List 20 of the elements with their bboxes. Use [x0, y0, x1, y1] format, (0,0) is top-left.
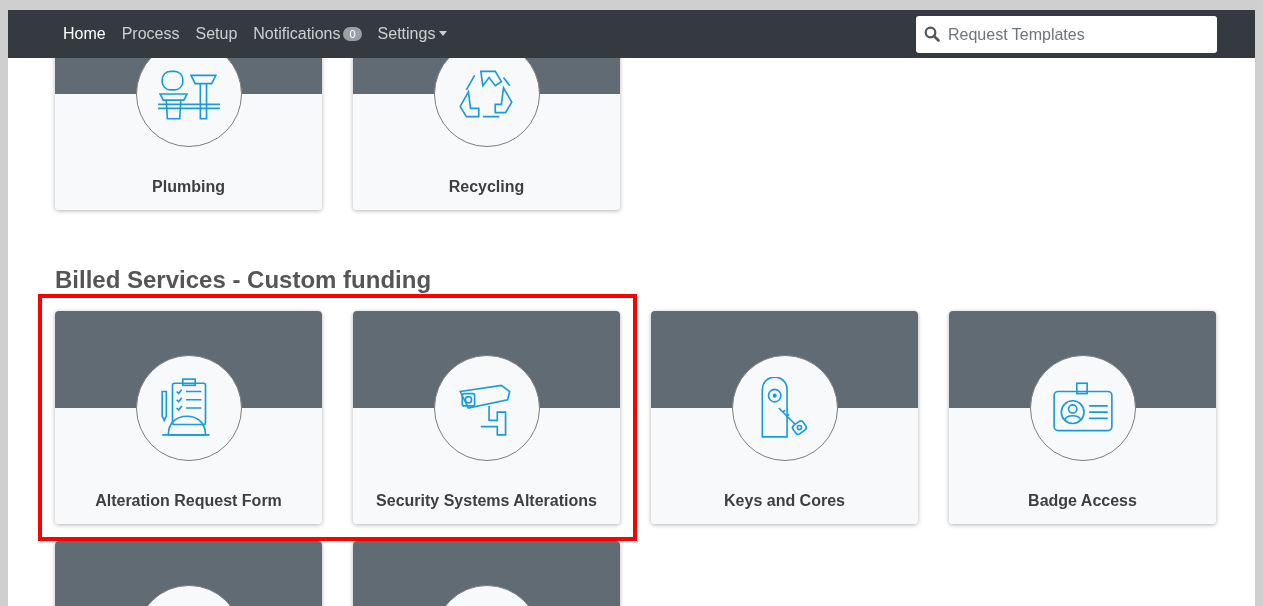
- nav-dropdown[interactable]: Settings: [369, 22, 456, 46]
- service-card[interactable]: Keys and Cores: [651, 310, 918, 524]
- service-card[interactable]: Recycling: [353, 58, 620, 210]
- section-heading: Billed Services - Custom funding: [55, 266, 433, 295]
- search-field[interactable]: Request Templates: [916, 16, 1217, 53]
- nav-link[interactable]: Notifications 0: [245, 22, 370, 46]
- service-card[interactable]: Alteration Request Form: [55, 310, 322, 524]
- card-title: Recycling: [448, 177, 525, 197]
- card-title: Plumbing: [152, 177, 225, 197]
- nav-link[interactable]: Process: [113, 22, 188, 46]
- card-title: Security Systems Alterations: [376, 490, 597, 511]
- service-card[interactable]: Plumbing: [55, 58, 322, 210]
- card-title: Badge Access: [1028, 490, 1137, 511]
- nav-link[interactable]: Home: [63, 22, 114, 46]
- nav-link[interactable]: Setup: [187, 22, 246, 46]
- card-title: Alteration Request Form: [95, 490, 282, 511]
- card-title: Keys and Cores: [724, 490, 845, 511]
- service-card[interactable]: Security Systems Alterations: [353, 310, 620, 524]
- count-badge: 0: [343, 27, 362, 41]
- service-card[interactable]: Badge Access: [949, 310, 1216, 524]
